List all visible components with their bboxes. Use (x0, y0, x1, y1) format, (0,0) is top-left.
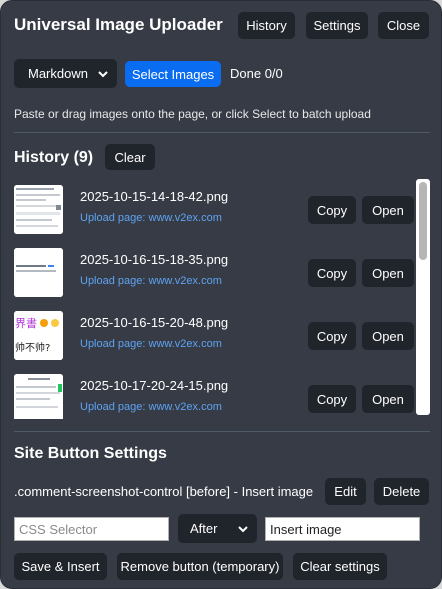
history-item: 2025-10-16-15-18-35.png Upload page: www… (14, 242, 416, 304)
site-settings-title: Site Button Settings (14, 445, 167, 462)
open-button[interactable]: Open (362, 196, 414, 224)
save-insert-button[interactable]: Save & Insert (14, 553, 107, 580)
image-thumbnail[interactable] (14, 248, 63, 297)
panel-title: Universal Image Uploader (14, 15, 223, 34)
close-button[interactable]: Close (378, 12, 429, 39)
open-button[interactable]: Open (362, 322, 414, 350)
history-filename: 2025-10-16-15-18-35.png (80, 252, 229, 267)
open-button[interactable]: Open (362, 385, 414, 413)
history-item: 界書 帅不帅? 2025-10-16-15-20-48.png Upload p… (14, 305, 416, 367)
css-selector-input[interactable] (14, 517, 169, 541)
history-item: 2025-10-15-14-18-42.png Upload page: www… (14, 179, 416, 241)
delete-rule-button[interactable]: Delete (374, 478, 429, 505)
thumbnail-preview: 界書 帅不帅? (14, 311, 63, 360)
history-title: History (9) (14, 149, 94, 166)
history-upload-page: Upload page: www.v2ex.com (80, 338, 222, 350)
divider (14, 132, 430, 133)
image-thumbnail[interactable]: 界書 帅不帅? (14, 311, 63, 360)
position-select[interactable]: After (178, 514, 257, 543)
thumbnail-preview (14, 374, 63, 419)
copy-button[interactable]: Copy (308, 196, 356, 224)
copy-button[interactable]: Copy (308, 385, 356, 413)
thumbnail-preview (14, 248, 63, 297)
copy-button[interactable]: Copy (308, 322, 356, 350)
history-filename: 2025-10-16-15-20-48.png (80, 315, 229, 330)
history-upload-page: Upload page: www.v2ex.com (80, 275, 222, 287)
thumbnail-text: 界書 (15, 316, 37, 330)
history-upload-page: Upload page: www.v2ex.com (80, 212, 222, 224)
thumbnail-text: 帅不帅? (15, 341, 50, 354)
position-select-value: After (190, 521, 218, 536)
open-button[interactable]: Open (362, 259, 414, 287)
divider (14, 431, 430, 432)
clear-settings-button[interactable]: Clear settings (293, 553, 387, 580)
chevron-down-icon (98, 70, 108, 77)
history-button[interactable]: History (238, 12, 295, 39)
format-select-value: Markdown (28, 66, 88, 81)
scrollbar-thumb[interactable] (419, 182, 427, 260)
history-filename: 2025-10-15-14-18-42.png (80, 189, 229, 204)
button-text-input[interactable] (265, 517, 420, 541)
edit-rule-button[interactable]: Edit (325, 478, 366, 505)
remove-button-temporary[interactable]: Remove button (temporary) (117, 553, 283, 580)
history-filename: 2025-10-17-20-24-15.png (80, 378, 229, 393)
site-rule-text: .comment-screenshot-control [before] - I… (14, 484, 314, 499)
clear-history-button[interactable]: Clear (105, 144, 155, 170)
uploader-panel: Universal Image Uploader History Setting… (0, 0, 442, 589)
history-item: 2025-10-17-20-24-15.png Upload page: www… (14, 368, 416, 419)
select-images-button[interactable]: Select Images (125, 61, 221, 87)
history-list: 2025-10-15-14-18-42.png Upload page: www… (14, 179, 416, 419)
chevron-down-icon (238, 525, 248, 532)
history-scrollbar[interactable] (416, 179, 430, 415)
copy-button[interactable]: Copy (308, 259, 356, 287)
thumbnail-preview (14, 185, 63, 234)
upload-hint: Paste or drag images onto the page, or c… (14, 107, 371, 121)
format-select[interactable]: Markdown (14, 59, 117, 88)
image-thumbnail[interactable] (14, 374, 63, 419)
settings-button[interactable]: Settings (306, 12, 368, 39)
history-upload-page: Upload page: www.v2ex.com (80, 401, 222, 413)
image-thumbnail[interactable] (14, 185, 63, 234)
upload-status: Done 0/0 (230, 66, 283, 81)
